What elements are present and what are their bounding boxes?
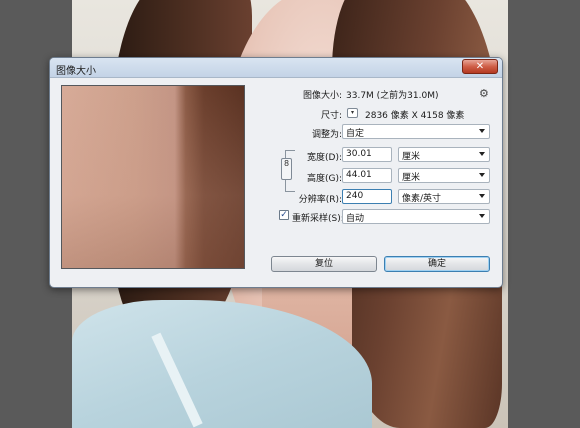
resample-label: 重新采样(S):: [292, 214, 344, 224]
height-label: 高度(G):: [306, 174, 342, 184]
reset-button[interactable]: 复位: [271, 256, 377, 272]
chevron-down-icon: [479, 173, 485, 177]
chevron-down-icon: [479, 214, 485, 218]
close-button[interactable]: ✕: [462, 59, 498, 74]
gear-icon[interactable]: ⚙: [479, 87, 489, 100]
dimensions-label: 尺寸:: [320, 111, 342, 121]
width-input[interactable]: 30.01: [342, 147, 392, 162]
fit-to-label: 调整为:: [311, 130, 342, 140]
dimensions-dropdown-icon[interactable]: ▾: [347, 108, 358, 118]
dimensions-value: 2836 像素 X 4158 像素: [365, 111, 465, 121]
preview-shading: [62, 86, 244, 268]
image-preview[interactable]: [61, 85, 245, 269]
fit-to-select[interactable]: 自定: [342, 124, 490, 139]
dialog-titlebar[interactable]: 图像大小 ✕: [50, 58, 502, 78]
resample-select[interactable]: 自动: [342, 209, 490, 224]
width-unit-value: 厘米: [402, 152, 421, 162]
height-input[interactable]: 44.01: [342, 168, 392, 183]
image-size-label: 图像大小:: [302, 91, 342, 101]
resolution-input[interactable]: 240: [342, 189, 392, 204]
chevron-down-icon: [479, 129, 485, 133]
chevron-down-icon: [479, 194, 485, 198]
resample-checkbox[interactable]: ✓: [279, 210, 289, 220]
resample-value: 自动: [346, 214, 365, 224]
fit-to-value: 自定: [346, 129, 365, 139]
width-unit-select[interactable]: 厘米: [398, 147, 490, 162]
image-size-value: 33.7M (之前为31.0M): [346, 91, 439, 101]
ok-button[interactable]: 确定: [384, 256, 490, 272]
dialog-title: 图像大小: [56, 66, 96, 77]
resolution-unit-select[interactable]: 像素/英寸: [398, 189, 490, 204]
height-unit-value: 厘米: [402, 173, 421, 183]
chevron-down-icon: [479, 152, 485, 156]
resolution-label: 分辨率(R):: [298, 195, 342, 205]
resolution-unit-value: 像素/英寸: [402, 194, 442, 204]
image-size-dialog: 图像大小 ✕ 图像大小: 33.7M (之前为31.0M) ⚙ 尺寸: ▾ 28…: [49, 57, 503, 288]
width-label: 宽度(D):: [307, 153, 342, 163]
height-unit-select[interactable]: 厘米: [398, 168, 490, 183]
